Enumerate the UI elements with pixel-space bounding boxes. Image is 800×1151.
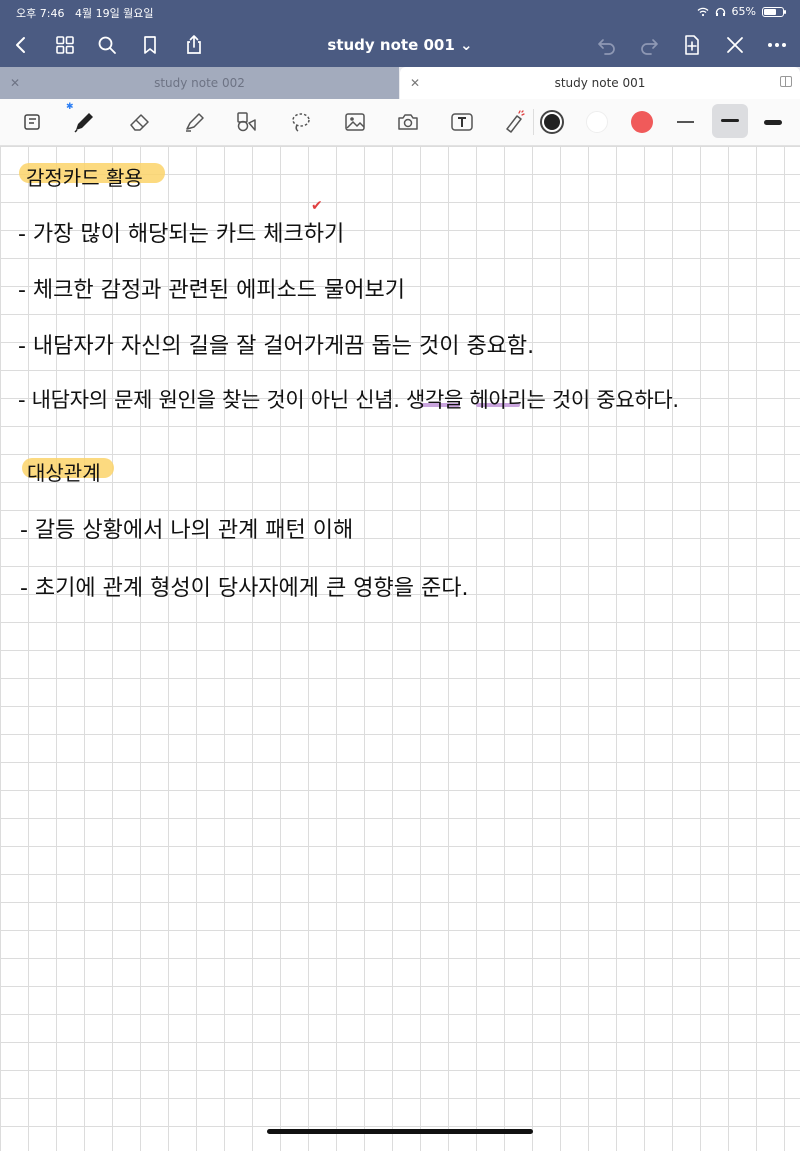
note-line: - 내담자가 자신의 길을 잘 걸어가게끔 돕는 것이 중요함.: [18, 334, 535, 359]
laser-pointer-icon: [506, 110, 525, 133]
stroke-thin-option[interactable]: [672, 109, 700, 135]
grid-view-button[interactable]: [50, 30, 80, 60]
note-line: - 내담자의 문제 원인을 찾는 것이 아닌 신념. 생각을 헤아리는 것이 중…: [18, 388, 679, 412]
pen-off-icon: [727, 37, 743, 53]
wifi-icon: [697, 7, 709, 16]
note-line: - 체크한 감정과 관련된 에피소드 물어보기: [18, 278, 405, 303]
tab-study-note-002[interactable]: ✕ study note 002: [0, 67, 399, 99]
camera-tool[interactable]: [392, 107, 424, 137]
color-black-fill: [544, 114, 560, 130]
pages-tool[interactable]: [16, 107, 48, 137]
stroke-thick-option[interactable]: [760, 109, 788, 135]
shapes-icon: [237, 112, 256, 132]
status-right: 65%: [697, 5, 786, 18]
highlighter-tool[interactable]: [178, 107, 210, 137]
battery-level: [764, 8, 776, 15]
bookmark-icon: [144, 36, 156, 54]
drawing-toolbar: ✱: [0, 99, 800, 146]
tab-label: study note 001: [554, 76, 646, 90]
search-button[interactable]: [92, 30, 122, 60]
search-icon: [98, 36, 116, 54]
document-title[interactable]: study note 001 ⌄: [300, 36, 500, 54]
eraser-tool[interactable]: [124, 107, 156, 137]
chevron-left-icon: [16, 37, 25, 53]
redo-button[interactable]: [634, 30, 664, 60]
note-canvas[interactable]: 감정카드 활용 ✔ - 가장 많이 해당되는 카드 체크하기 - 체크한 감정과…: [0, 146, 800, 1151]
headphones-icon: [715, 7, 725, 16]
grid-icon: [56, 36, 74, 54]
status-time: 오후 7:46: [16, 7, 65, 20]
pen-tool[interactable]: [68, 107, 100, 137]
note-line: - 갈등 상황에서 나의 관계 패턴 이해: [20, 518, 354, 543]
lasso-icon: [292, 113, 310, 132]
stroke-medium-line: [721, 119, 739, 122]
add-page-button[interactable]: [677, 30, 707, 60]
tab-label: study note 002: [154, 76, 245, 90]
note-line: - 초기에 관계 형성이 당사자에게 큰 영향을 준다.: [20, 576, 469, 601]
share-button[interactable]: [179, 30, 209, 60]
home-indicator[interactable]: [267, 1129, 533, 1134]
laser-pointer-tool[interactable]: [498, 107, 530, 137]
note-line: - 가장 많이 해당되는 카드 체크하기: [18, 222, 345, 247]
section-heading: 대상관계: [27, 461, 101, 485]
pages-icon: [24, 114, 40, 130]
tab-bar: ✕ study note 002 ✕ study note 001: [0, 67, 800, 99]
pen-icon: [74, 113, 93, 133]
stroke-thin-line: [677, 121, 694, 123]
shapes-tool[interactable]: [230, 107, 262, 137]
redo-icon: [641, 39, 658, 55]
status-date: 4월 19일 월요일: [74, 7, 154, 20]
stroke-thick-line: [764, 120, 782, 125]
image-icon: [345, 113, 365, 131]
status-time-date: 오후 7:46 4월 19일 월요일: [16, 5, 154, 21]
status-bar: 오후 7:46 4월 19일 월요일 65%: [0, 0, 800, 24]
more-icon: [768, 43, 786, 47]
battery-icon: [762, 6, 786, 17]
battery-percent: 65%: [731, 5, 756, 18]
more-button[interactable]: [762, 30, 792, 60]
section-heading: 감정카드 활용: [26, 166, 143, 190]
color-white-swatch[interactable]: [586, 111, 608, 133]
stroke-medium-option[interactable]: [712, 104, 748, 138]
color-black-swatch[interactable]: [540, 110, 564, 134]
share-icon: [187, 35, 201, 54]
bookmark-button[interactable]: [135, 30, 165, 60]
color-red-swatch[interactable]: [631, 111, 653, 133]
add-page-icon: [685, 35, 699, 55]
text-icon: [451, 113, 473, 131]
camera-icon: [398, 114, 418, 130]
text-tool[interactable]: [446, 107, 478, 137]
check-mark: ✔: [311, 198, 323, 214]
toolbar-divider: [533, 109, 534, 135]
eraser-icon: [130, 114, 149, 131]
back-button[interactable]: [6, 30, 36, 60]
split-view-icon[interactable]: [780, 76, 792, 87]
undo-icon: [598, 39, 615, 55]
image-tool[interactable]: [339, 107, 371, 137]
highlighter-icon: [186, 113, 204, 132]
close-edit-button[interactable]: [720, 30, 750, 60]
lasso-tool[interactable]: [285, 107, 317, 137]
app-header: 오후 7:46 4월 19일 월요일 65% study note 001 ⌄: [0, 0, 800, 67]
undo-button[interactable]: [592, 30, 622, 60]
tab-study-note-001[interactable]: ✕ study note 001: [400, 67, 800, 99]
